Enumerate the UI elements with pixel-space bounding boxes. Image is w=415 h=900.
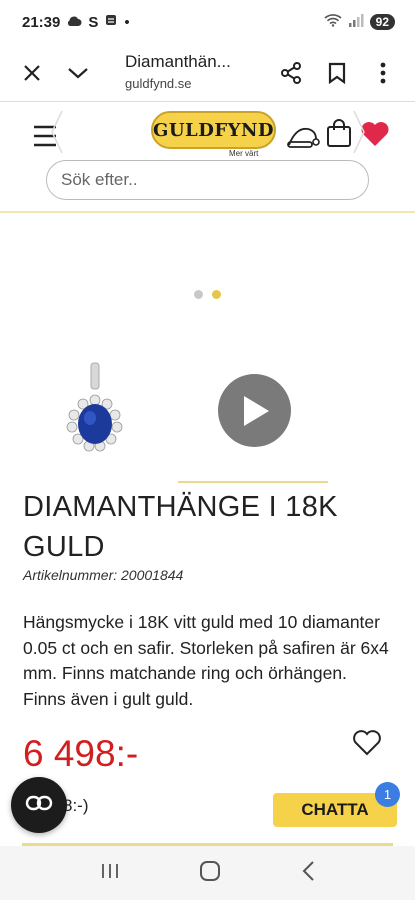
- back-icon[interactable]: [301, 860, 315, 887]
- cloud-icon: [66, 14, 82, 31]
- tab-title-area: Diamanthän... guldfynd.se: [125, 52, 231, 91]
- shopping-bag-icon[interactable]: [326, 118, 352, 153]
- signal-icon: [348, 13, 364, 31]
- recent-apps-icon[interactable]: [100, 862, 120, 885]
- bookmark-icon[interactable]: [323, 59, 351, 87]
- search-placeholder: Sök efter..: [61, 170, 138, 189]
- chat-notification-badge: 1: [375, 782, 400, 807]
- site-logo[interactable]: GULDFYND: [151, 111, 276, 149]
- link-icon: [25, 795, 53, 816]
- product-description: Hängsmycke i 18K vitt guld med 10 diaman…: [23, 612, 389, 709]
- site-header: GULDFYND Mer värt Sök efter..: [0, 103, 415, 213]
- stack-icon: [104, 13, 118, 31]
- gallery-dot-2[interactable]: [212, 290, 221, 299]
- status-dot: •: [124, 13, 130, 31]
- search-input[interactable]: Sök efter..: [46, 160, 369, 200]
- article-number: Artikelnummer: 20001844: [23, 567, 184, 583]
- status-time: 21:39: [22, 13, 61, 31]
- close-icon[interactable]: [18, 59, 46, 87]
- christmas-hat-icon[interactable]: [286, 123, 322, 154]
- logo-tagline: Mer värt: [229, 149, 259, 158]
- more-menu-icon[interactable]: [369, 59, 397, 87]
- status-letter: S: [88, 13, 99, 31]
- browser-toolbar: Diamanthän... guldfynd.se: [0, 44, 415, 102]
- share-icon[interactable]: [277, 59, 305, 87]
- gallery-dot-1[interactable]: [194, 290, 203, 299]
- tab-url: guldfynd.se: [125, 76, 192, 91]
- gallery-divider: [178, 481, 328, 483]
- tab-title: Diamanthän...: [125, 52, 231, 71]
- play-video-button[interactable]: [218, 374, 291, 447]
- battery-indicator: 92: [369, 14, 395, 30]
- home-icon[interactable]: [199, 860, 221, 887]
- system-nav-bar: [0, 846, 415, 900]
- chevron-right-icon[interactable]: [352, 109, 366, 160]
- product-thumbnail[interactable]: [60, 360, 130, 460]
- wishlist-heart-icon[interactable]: [352, 729, 382, 757]
- product-title: DIAMANTHÄNGE I 18K GULD: [23, 491, 338, 563]
- chat-link-fab[interactable]: [11, 777, 67, 833]
- product-price: 6 498:-: [23, 733, 139, 774]
- gallery-pagination: [194, 290, 221, 299]
- chevron-down-icon[interactable]: [64, 59, 92, 87]
- wifi-icon: [324, 13, 342, 31]
- status-bar: 21:39 S • 92: [0, 0, 415, 44]
- chevron-left-icon[interactable]: [50, 109, 64, 160]
